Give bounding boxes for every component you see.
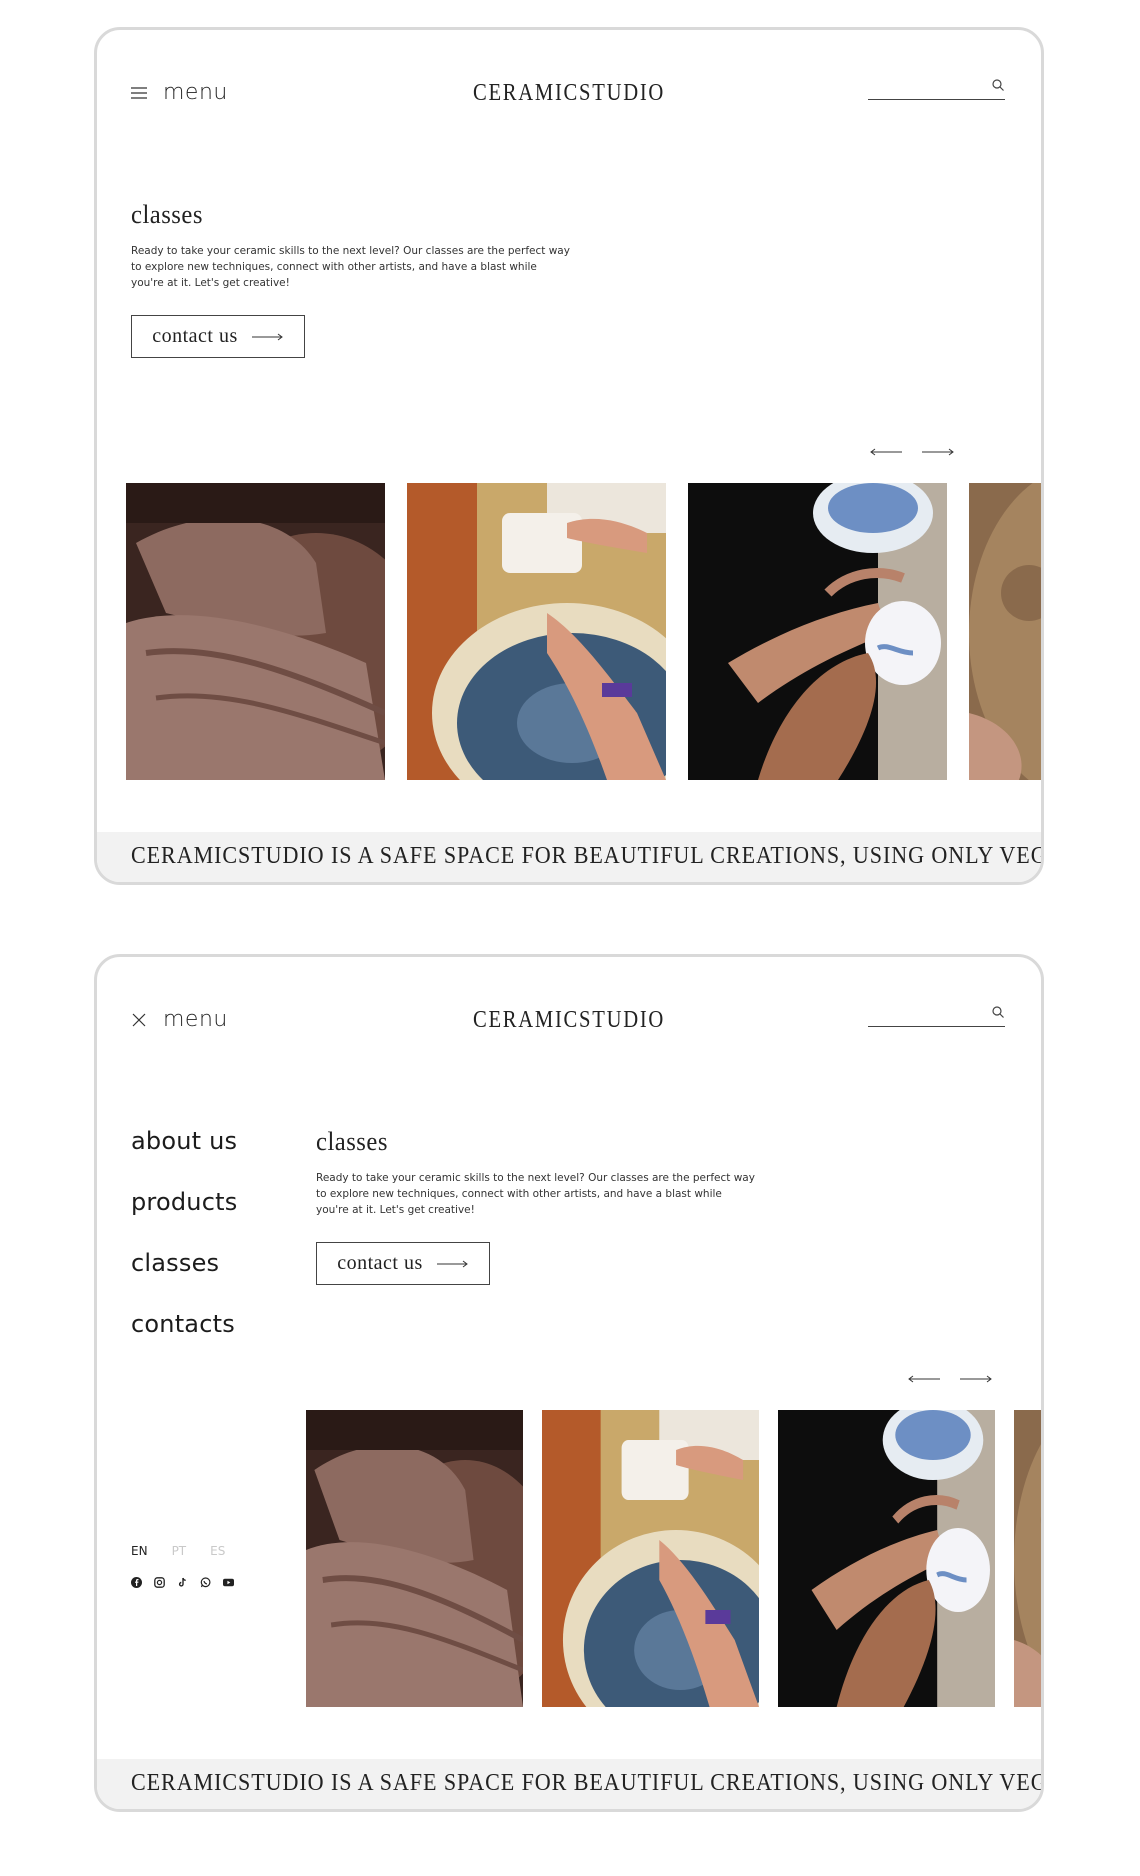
page-title: classes — [316, 1127, 388, 1156]
search-field[interactable] — [868, 78, 1005, 100]
photo-carousel — [126, 483, 1041, 780]
hero-section: classes Ready to take your ceramic skill… — [131, 200, 571, 358]
tiktok-icon[interactable] — [177, 1577, 188, 1588]
arrow-right-icon — [251, 333, 283, 340]
arrow-left-icon — [908, 1375, 940, 1383]
page-title: classes — [131, 200, 203, 229]
carved-clay-plate-photo[interactable] — [969, 483, 1041, 780]
hero-section: classes Ready to take your ceramic skill… — [316, 1127, 756, 1285]
photo-carousel — [306, 1410, 1041, 1707]
carousel-next-button[interactable] — [960, 1373, 993, 1385]
arrow-right-icon — [436, 1260, 468, 1267]
carousel-prev-button[interactable] — [907, 1373, 940, 1385]
search-icon[interactable] — [991, 78, 1005, 92]
nav-item-contacts[interactable]: contacts — [131, 1310, 237, 1338]
hands-shaping-clay-photo[interactable] — [126, 483, 385, 780]
brand-logo[interactable]: CERAMICSTUDIO — [163, 1007, 975, 1034]
arrow-right-icon — [922, 448, 954, 456]
painting-bowl-photo[interactable] — [688, 483, 947, 780]
language-pt[interactable]: PT — [172, 1544, 187, 1558]
hands-shaping-clay-photo[interactable] — [306, 1410, 523, 1707]
marquee-text: CERAMICSTUDIO IS A SAFE SPACE FOR BEAUTI… — [131, 843, 1041, 869]
carousel-next-button[interactable] — [922, 446, 955, 458]
contact-us-button[interactable]: contact us — [131, 315, 305, 358]
arrow-left-icon — [870, 448, 902, 456]
language-en[interactable]: EN — [131, 1544, 148, 1558]
nav-item-about-us[interactable]: about us — [131, 1127, 237, 1155]
carousel-controls — [869, 446, 955, 458]
search-input[interactable] — [868, 78, 978, 98]
carousel-controls — [907, 1373, 993, 1385]
marquee-banner: CERAMICSTUDIO IS A SAFE SPACE FOR BEAUTI… — [97, 1759, 1041, 1809]
search-input[interactable] — [868, 1005, 978, 1025]
carousel-prev-button[interactable] — [869, 446, 902, 458]
facebook-icon[interactable] — [131, 1577, 142, 1588]
social-links — [131, 1577, 234, 1588]
pottery-wheel-throwing-photo[interactable] — [542, 1410, 759, 1707]
side-navigation: about us products classes contacts — [131, 1127, 237, 1371]
painting-bowl-photo[interactable] — [778, 1410, 995, 1707]
brand-logo[interactable]: CERAMICSTUDIO — [163, 80, 975, 107]
pottery-wheel-throwing-photo[interactable] — [407, 483, 666, 780]
search-field[interactable] — [868, 1005, 1005, 1027]
whatsapp-icon[interactable] — [200, 1577, 211, 1588]
hamburger-icon — [131, 85, 147, 101]
marquee-banner: CERAMICSTUDIO IS A SAFE SPACE FOR BEAUTI… — [97, 832, 1041, 882]
carved-clay-plate-photo[interactable] — [1014, 1410, 1041, 1707]
search-icon[interactable] — [991, 1005, 1005, 1019]
arrow-right-icon — [960, 1375, 992, 1383]
language-es[interactable]: ES — [210, 1544, 225, 1558]
contact-us-button[interactable]: contact us — [316, 1242, 490, 1285]
contact-us-label: contact us — [152, 325, 238, 347]
screen-menu-closed: menu CERAMICSTUDIO classes Ready to take… — [94, 27, 1044, 885]
nav-item-products[interactable]: products — [131, 1188, 237, 1216]
instagram-icon[interactable] — [154, 1577, 165, 1588]
nav-item-classes[interactable]: classes — [131, 1249, 237, 1277]
close-icon — [131, 1012, 147, 1028]
youtube-icon[interactable] — [223, 1577, 234, 1588]
marquee-text: CERAMICSTUDIO IS A SAFE SPACE FOR BEAUTI… — [131, 1770, 1041, 1796]
contact-us-label: contact us — [337, 1252, 423, 1274]
hero-description: Ready to take your ceramic skills to the… — [316, 1172, 755, 1216]
screen-menu-open: menu CERAMICSTUDIO about us products cla… — [94, 954, 1044, 1812]
language-switcher: EN PT ES — [131, 1544, 225, 1558]
hero-description: Ready to take your ceramic skills to the… — [131, 245, 570, 289]
